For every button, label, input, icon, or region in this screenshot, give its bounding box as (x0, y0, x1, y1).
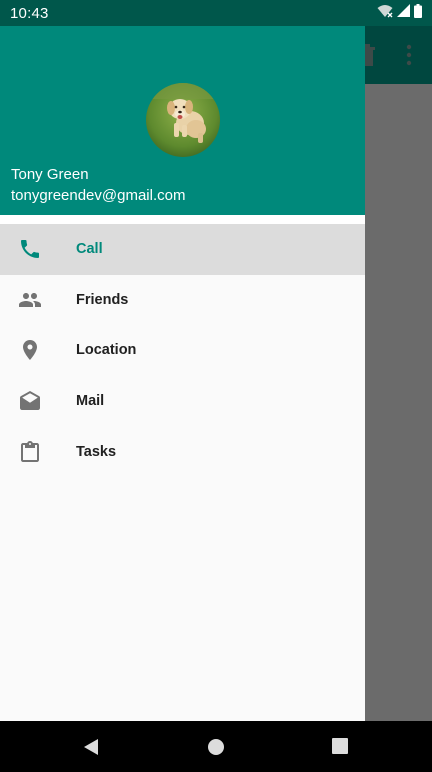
cell-signal-icon (397, 4, 410, 22)
location-pin-icon (17, 337, 43, 363)
drawer-item-label: Location (76, 342, 137, 359)
drawer-item-label: Mail (76, 393, 105, 410)
drawer-item-label: Call (76, 241, 103, 258)
status-bar: 10:43 (0, 0, 432, 26)
wifi-icon (377, 4, 393, 23)
user-name: Tony Green (11, 166, 89, 183)
drawer-item-location[interactable]: Location (0, 325, 365, 376)
drawer-item-call[interactable]: Call (0, 224, 365, 275)
drawer-item-label: Tasks (76, 443, 117, 460)
status-time: 10:43 (10, 4, 49, 22)
recents-icon[interactable] (332, 738, 348, 754)
header-divider (0, 215, 365, 224)
people-icon (17, 287, 43, 313)
status-icons (377, 3, 422, 23)
clipboard-icon (17, 439, 43, 465)
home-icon[interactable] (207, 738, 225, 761)
battery-icon (414, 3, 422, 23)
user-email: tonygreendev@gmail.com (11, 187, 186, 204)
drawer-menu: Call Friends Location Mail Tasks (0, 224, 365, 477)
navigation-drawer: Tony Green tonygreendev@gmail.com Call F… (0, 26, 365, 721)
more-vert-icon[interactable] (398, 43, 420, 67)
back-icon[interactable] (83, 738, 99, 761)
drawer-item-label: Friends (76, 291, 129, 308)
drawer-item-mail[interactable]: Mail (0, 376, 365, 427)
mail-icon (17, 388, 43, 414)
avatar[interactable] (146, 83, 220, 157)
drawer-header: Tony Green tonygreendev@gmail.com (0, 26, 365, 215)
phone-icon (17, 236, 43, 262)
drawer-item-friends[interactable]: Friends (0, 275, 365, 326)
drawer-item-tasks[interactable]: Tasks (0, 426, 365, 477)
